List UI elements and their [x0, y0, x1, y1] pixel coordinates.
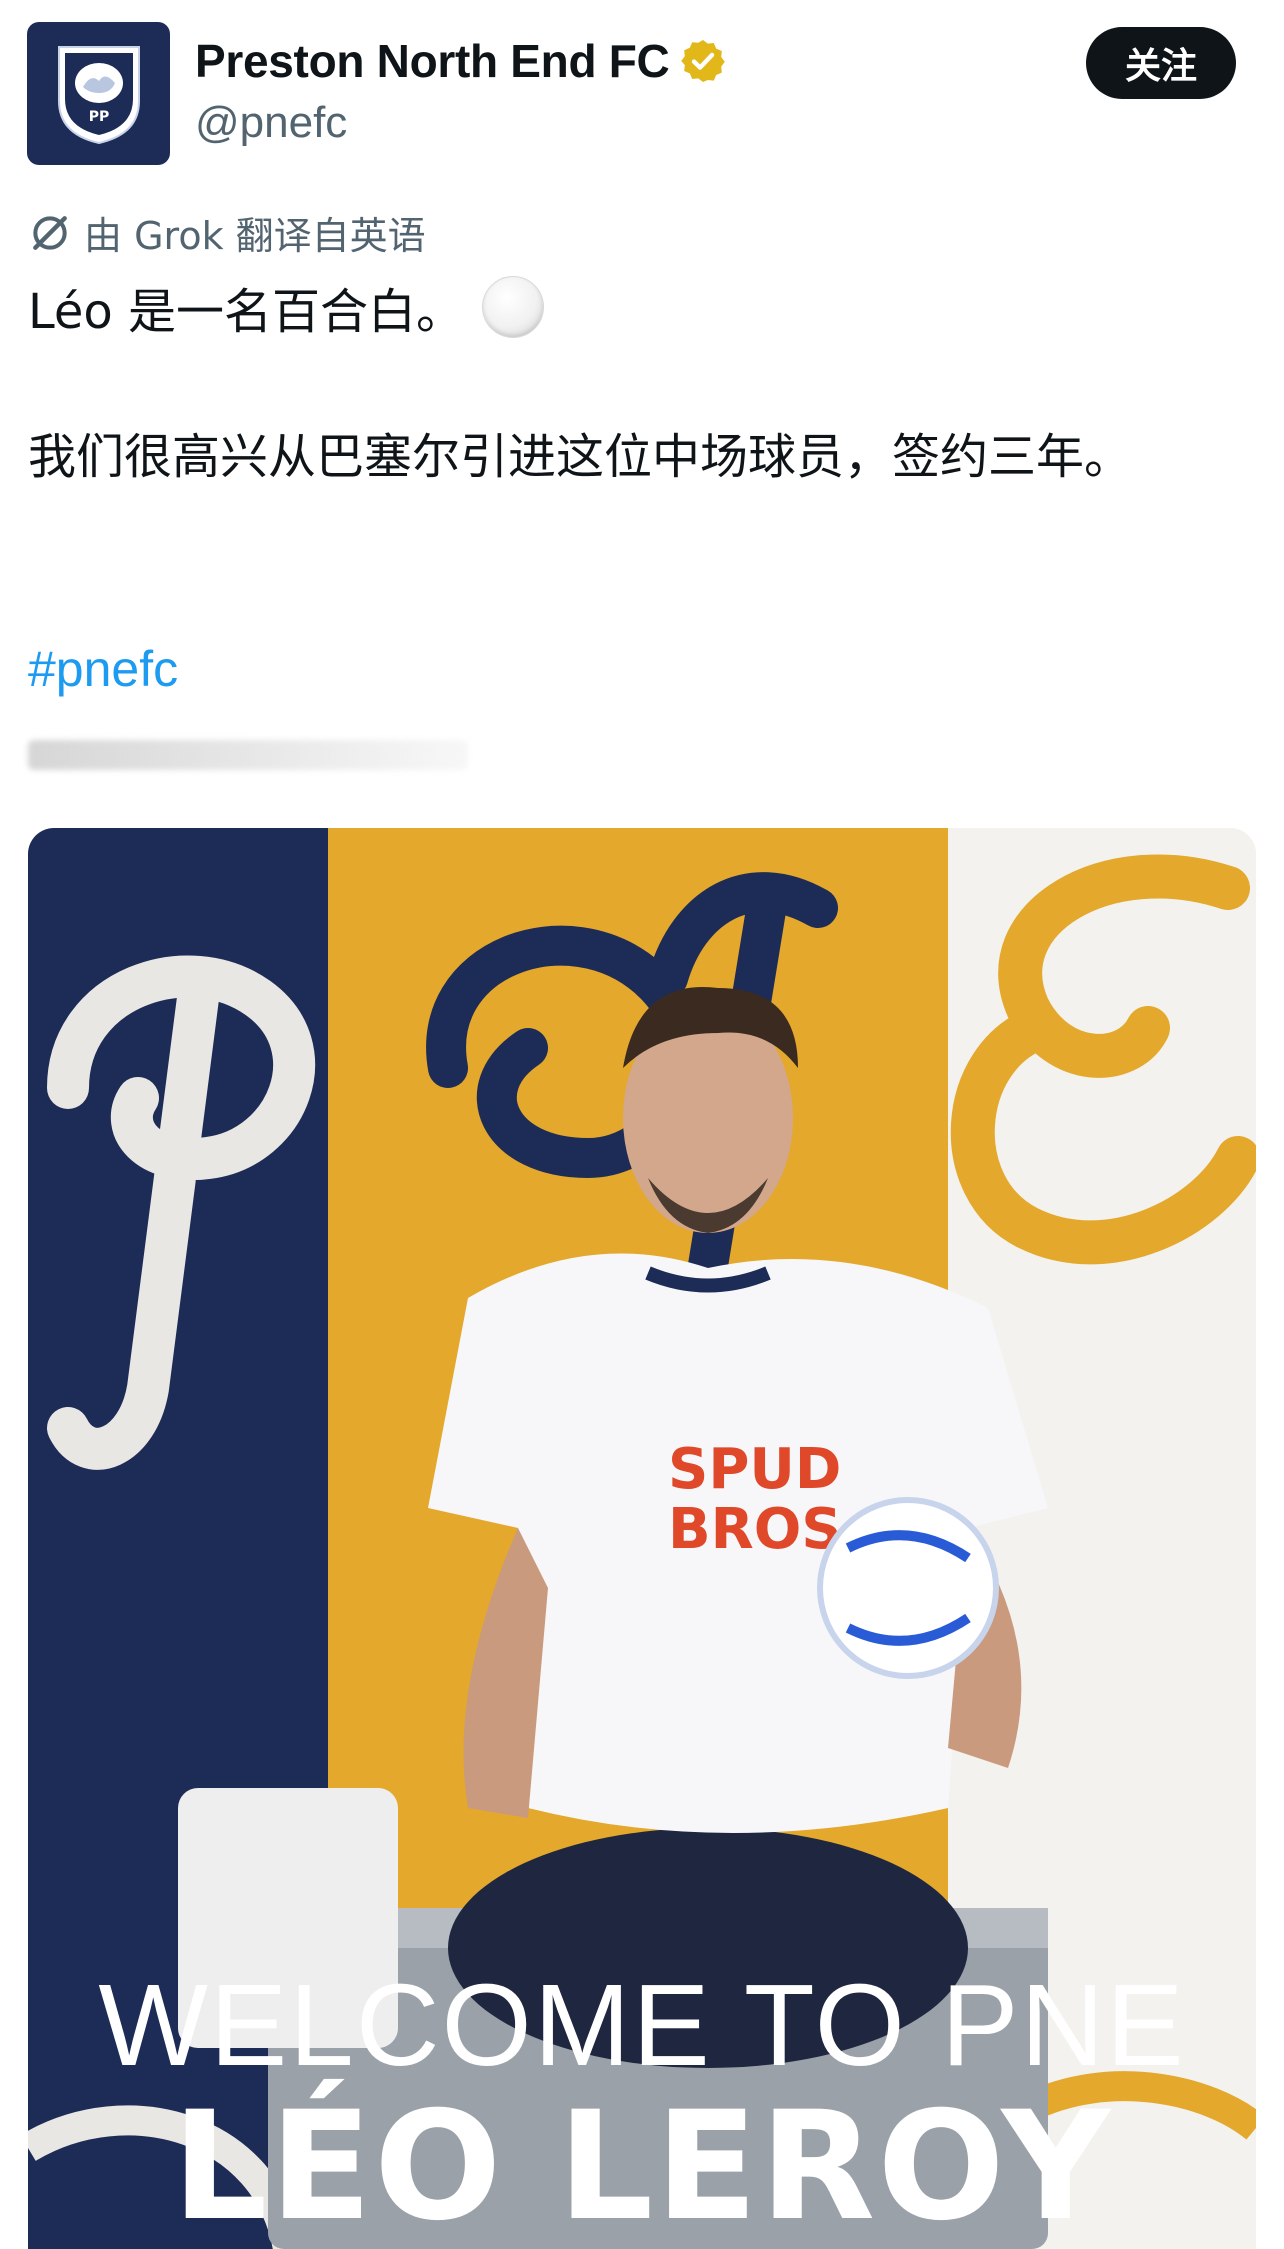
translation-notice[interactable]: 由 Grok 翻译自英语 [28, 205, 426, 260]
grok-icon [33, 215, 67, 250]
tweet-line-1: Léo 是一名百合白。 [28, 272, 545, 342]
white-circle-icon [482, 276, 545, 338]
svg-text:SPUD: SPUD [668, 1437, 841, 1502]
tweet-line-2: 我们很高兴从巴塞尔引进这位中场球员，签约三年。 [28, 429, 1133, 485]
svg-text:PP: PP [88, 109, 109, 125]
handle[interactable]: @pnefc [195, 98, 347, 148]
translation-label: 由 Grok 翻译自英语 [84, 214, 426, 258]
obscured-text [28, 740, 468, 770]
player-name: LÉO LEROY [171, 2080, 1113, 2249]
welcome-headline: WELCOME TO PNE [98, 1960, 1186, 2090]
follow-button[interactable]: 关注 [1086, 27, 1236, 99]
tweet-line-1-text: Léo 是一名百合白。 [28, 284, 465, 340]
display-name[interactable]: Preston North End FC [195, 34, 670, 88]
tweet-image[interactable]: SPUD BROS WELCOME TO PNE LÉO LEROY [28, 828, 1256, 2249]
hashtag-link[interactable]: #pnefc [28, 640, 178, 698]
svg-text:BROS: BROS [668, 1497, 842, 1562]
name-row: Preston North End FC [195, 34, 727, 88]
club-crest-icon: PP [57, 45, 140, 144]
avatar[interactable]: PP [27, 22, 170, 165]
verified-badge-icon [681, 40, 726, 82]
